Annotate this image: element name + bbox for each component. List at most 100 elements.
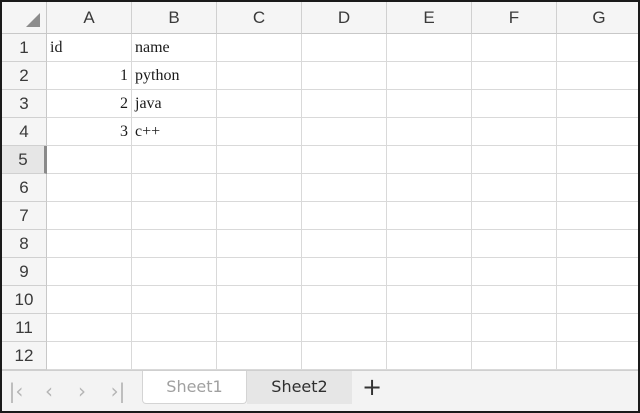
row-header-9[interactable]: 9 xyxy=(2,258,47,286)
cell-g1[interactable] xyxy=(557,34,638,62)
select-all-corner[interactable] xyxy=(2,2,47,34)
cell-b1[interactable]: name xyxy=(132,34,217,62)
row-header-10[interactable]: 10 xyxy=(2,286,47,314)
row-header-12[interactable]: 12 xyxy=(2,342,47,370)
prev-sheet-icon[interactable]: ‹ xyxy=(37,371,61,411)
cell-c3[interactable] xyxy=(217,90,302,118)
cell-c2[interactable] xyxy=(217,62,302,90)
cell-e10[interactable] xyxy=(387,286,472,314)
cell-c11[interactable] xyxy=(217,314,302,342)
cell-d7[interactable] xyxy=(302,202,387,230)
cell-d3[interactable] xyxy=(302,90,387,118)
cell-d11[interactable] xyxy=(302,314,387,342)
cell-e8[interactable] xyxy=(387,230,472,258)
cell-b10[interactable] xyxy=(132,286,217,314)
cell-b5[interactable] xyxy=(132,146,217,174)
row-header-7[interactable]: 7 xyxy=(2,202,47,230)
cell-e6[interactable] xyxy=(387,174,472,202)
cell-g10[interactable] xyxy=(557,286,638,314)
row-header-8[interactable]: 8 xyxy=(2,230,47,258)
column-header-a[interactable]: A xyxy=(47,2,132,34)
column-header-g[interactable]: G xyxy=(557,2,638,34)
cell-g11[interactable] xyxy=(557,314,638,342)
row-header-3[interactable]: 3 xyxy=(2,90,47,118)
cell-f4[interactable] xyxy=(472,118,557,146)
cell-b2[interactable]: python xyxy=(132,62,217,90)
cell-f2[interactable] xyxy=(472,62,557,90)
cell-f8[interactable] xyxy=(472,230,557,258)
cell-e9[interactable] xyxy=(387,258,472,286)
cell-e5[interactable] xyxy=(387,146,472,174)
row-header-4[interactable]: 4 xyxy=(2,118,47,146)
cell-f1[interactable] xyxy=(472,34,557,62)
add-sheet-button[interactable]: + xyxy=(360,371,384,405)
cell-a6[interactable] xyxy=(47,174,132,202)
cell-f11[interactable] xyxy=(472,314,557,342)
cell-c4[interactable] xyxy=(217,118,302,146)
cell-e3[interactable] xyxy=(387,90,472,118)
cell-g7[interactable] xyxy=(557,202,638,230)
cell-e11[interactable] xyxy=(387,314,472,342)
cell-b8[interactable] xyxy=(132,230,217,258)
cell-g6[interactable] xyxy=(557,174,638,202)
row-header-5[interactable]: 5 xyxy=(2,146,47,174)
row-header-11[interactable]: 11 xyxy=(2,314,47,342)
cell-d5[interactable] xyxy=(302,146,387,174)
cell-b3[interactable]: java xyxy=(132,90,217,118)
cell-f9[interactable] xyxy=(472,258,557,286)
cell-c1[interactable] xyxy=(217,34,302,62)
cell-d2[interactable] xyxy=(302,62,387,90)
cell-b12[interactable] xyxy=(132,342,217,370)
cell-b9[interactable] xyxy=(132,258,217,286)
cell-c7[interactable] xyxy=(217,202,302,230)
cell-e12[interactable] xyxy=(387,342,472,370)
cell-d4[interactable] xyxy=(302,118,387,146)
cell-g2[interactable] xyxy=(557,62,638,90)
cell-e7[interactable] xyxy=(387,202,472,230)
row-header-2[interactable]: 2 xyxy=(2,62,47,90)
cell-f5[interactable] xyxy=(472,146,557,174)
cell-f6[interactable] xyxy=(472,174,557,202)
column-header-b[interactable]: B xyxy=(132,2,217,34)
cell-a1[interactable]: id xyxy=(47,34,132,62)
first-sheet-icon[interactable]: |‹ xyxy=(4,371,28,411)
cell-a5[interactable] xyxy=(47,146,132,174)
cell-f12[interactable] xyxy=(472,342,557,370)
next-sheet-icon[interactable]: › xyxy=(70,371,94,411)
cell-a4[interactable]: 3 xyxy=(47,118,132,146)
cell-f7[interactable] xyxy=(472,202,557,230)
cell-b7[interactable] xyxy=(132,202,217,230)
cell-d10[interactable] xyxy=(302,286,387,314)
cell-d8[interactable] xyxy=(302,230,387,258)
cell-g9[interactable] xyxy=(557,258,638,286)
cell-c9[interactable] xyxy=(217,258,302,286)
cell-d9[interactable] xyxy=(302,258,387,286)
cell-a2[interactable]: 1 xyxy=(47,62,132,90)
cell-g12[interactable] xyxy=(557,342,638,370)
cell-b6[interactable] xyxy=(132,174,217,202)
column-header-f[interactable]: F xyxy=(472,2,557,34)
cell-a10[interactable] xyxy=(47,286,132,314)
cell-c12[interactable] xyxy=(217,342,302,370)
sheet-tab-sheet2[interactable]: Sheet2 xyxy=(247,371,352,404)
cell-b11[interactable] xyxy=(132,314,217,342)
cell-e2[interactable] xyxy=(387,62,472,90)
cell-b4[interactable]: c++ xyxy=(132,118,217,146)
cell-c6[interactable] xyxy=(217,174,302,202)
column-header-e[interactable]: E xyxy=(387,2,472,34)
cell-g5[interactable] xyxy=(557,146,638,174)
cell-a8[interactable] xyxy=(47,230,132,258)
cell-g4[interactable] xyxy=(557,118,638,146)
cell-d6[interactable] xyxy=(302,174,387,202)
cell-d12[interactable] xyxy=(302,342,387,370)
cell-c10[interactable] xyxy=(217,286,302,314)
cell-f3[interactable] xyxy=(472,90,557,118)
cell-g8[interactable] xyxy=(557,230,638,258)
cell-g3[interactable] xyxy=(557,90,638,118)
sheet-tab-sheet1[interactable]: Sheet1 xyxy=(142,371,247,404)
cell-a3[interactable]: 2 xyxy=(47,90,132,118)
cell-e1[interactable] xyxy=(387,34,472,62)
column-header-d[interactable]: D xyxy=(302,2,387,34)
cell-d1[interactable] xyxy=(302,34,387,62)
cell-a12[interactable] xyxy=(47,342,132,370)
